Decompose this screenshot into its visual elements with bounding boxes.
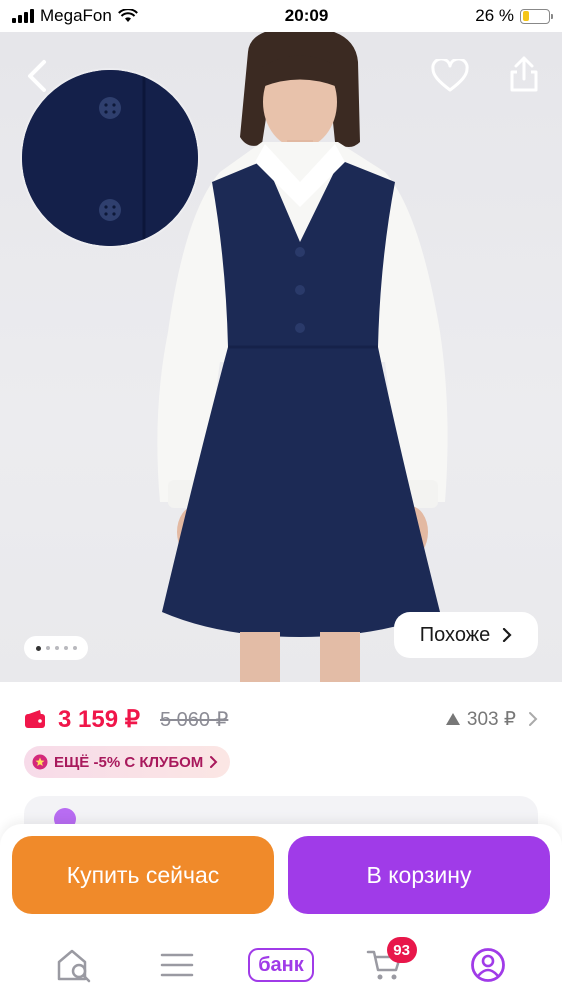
signal-icon (12, 9, 34, 23)
price-delta: 303 ₽ (466, 708, 516, 730)
heart-icon (431, 59, 469, 92)
buy-now-button[interactable]: Купить сейчас (12, 836, 274, 914)
triangle-up-icon (445, 713, 460, 725)
tab-profile[interactable] (452, 935, 524, 995)
battery-fill (522, 11, 529, 21)
purchase-actions: Купить сейчас В корзину (0, 824, 562, 930)
gallery-pagination[interactable] (24, 636, 88, 660)
status-right: 26 % (475, 6, 553, 26)
share-icon (510, 56, 538, 92)
tab-home[interactable] (38, 935, 110, 995)
cart-count-badge: 93 (386, 937, 417, 963)
battery-percent: 26 % (475, 6, 514, 25)
fabric-detail-zoom (22, 70, 198, 246)
tab-catalog[interactable] (141, 935, 213, 995)
wifi-icon (117, 9, 138, 22)
bank-label: банк (248, 948, 314, 982)
back-icon (28, 60, 46, 92)
similar-button[interactable]: Похоже (394, 612, 538, 658)
gallery-dot[interactable] (45, 646, 50, 650)
share-button[interactable] (506, 54, 542, 94)
gallery-dot[interactable] (54, 646, 59, 650)
home-search-icon (57, 949, 91, 983)
battery-icon (520, 8, 553, 24)
old-price: 5 060 ₽ (160, 708, 229, 731)
gallery-dot[interactable] (35, 645, 41, 651)
bottom-tab-bar: банк 93 (0, 930, 562, 1000)
wallet-icon (25, 710, 45, 728)
tab-bank[interactable]: банк (245, 935, 317, 995)
product-gallery[interactable]: Похоже (0, 32, 562, 682)
favorite-button[interactable] (430, 58, 470, 94)
chevron-right-icon (210, 756, 218, 768)
price-history-link[interactable]: 303 ₽ (445, 708, 538, 731)
chevron-right-icon (529, 712, 538, 726)
club-star-icon (32, 754, 48, 770)
profile-icon (471, 948, 506, 982)
similar-label: Похоже (419, 623, 491, 646)
current-price: 3 159 ₽ (58, 705, 140, 733)
menu-icon (161, 953, 194, 977)
status-left: MegaFon (12, 6, 138, 26)
chevron-right-icon (503, 628, 512, 642)
gallery-dot[interactable] (72, 646, 77, 650)
tab-cart[interactable]: 93 (349, 935, 421, 995)
carrier-name: MegaFon (40, 6, 112, 25)
status-bar: MegaFon 20:09 26 % (0, 0, 562, 32)
club-discount-badge[interactable]: ЕЩЁ -5% С КЛУБОМ (24, 746, 231, 778)
clock: 20:09 (284, 6, 329, 25)
product-page: MegaFon 20:09 26 % Похоже 3 159 ₽ 5 060 … (0, 0, 562, 1000)
club-discount-label: ЕЩЁ -5% С КЛУБОМ (54, 753, 204, 771)
price-row: 3 159 ₽ 5 060 ₽ 303 ₽ (24, 700, 538, 738)
add-to-cart-button[interactable]: В корзину (288, 836, 550, 914)
gallery-dot[interactable] (63, 646, 68, 650)
back-button[interactable] (20, 58, 54, 94)
